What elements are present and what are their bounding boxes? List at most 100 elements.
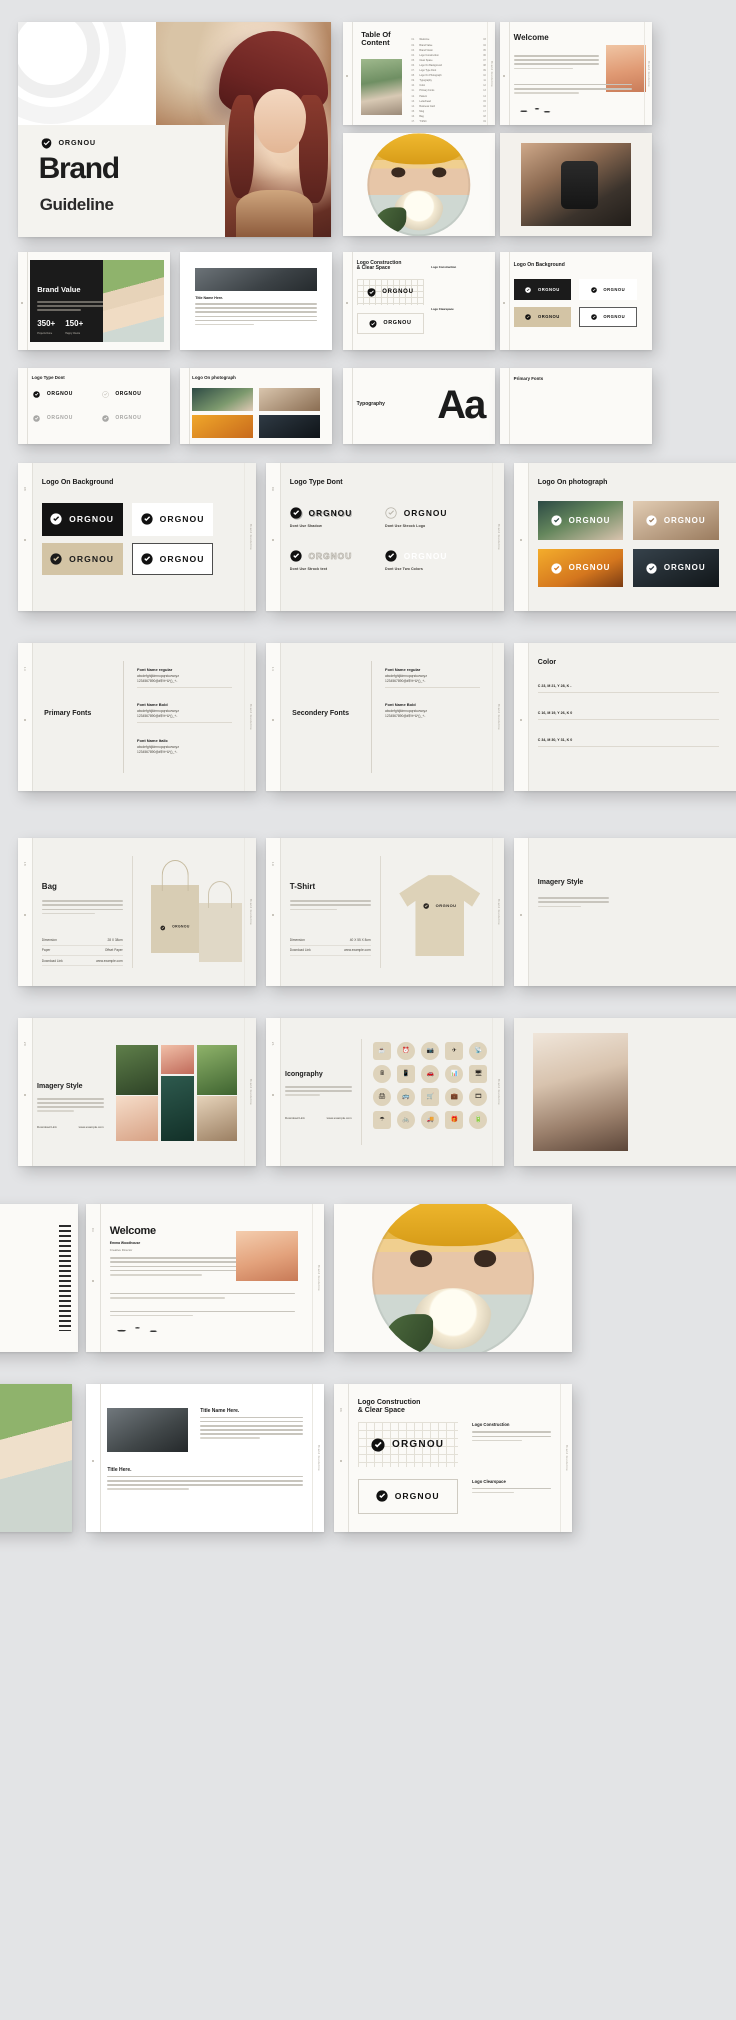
slide-clipped-left-2[interactable] (0, 1384, 72, 1532)
toc-row[interactable]: 14. Business Card 16 (411, 105, 486, 108)
toc-page: 11 (483, 79, 486, 83)
slide-secondary-fonts[interactable]: 14 Secondery Fonts Font Name regular abc… (266, 643, 504, 791)
antenna-icon[interactable]: 📡 (469, 1041, 488, 1060)
airplane-icon[interactable]: ✈ (445, 1041, 464, 1060)
toc-page: 03 (483, 38, 486, 42)
slide-typography-small[interactable]: Typography Aa (343, 368, 495, 444)
slide-logo-construction[interactable]: 06 Logo Construction & Clear Space ORGNOU… (334, 1384, 572, 1532)
slide-title-document[interactable]: Title Name Here. Title Here. Brand Guide… (86, 1384, 324, 1532)
gift-icon[interactable]: 🎁 (445, 1110, 464, 1129)
meta-value[interactable]: www.example.com (327, 1116, 352, 1120)
signature-image (112, 1322, 165, 1336)
orgnou-mark-icon (385, 507, 397, 519)
alarm-clock-icon[interactable]: ⏰ (397, 1041, 416, 1060)
slide-watch-mockup[interactable] (500, 133, 652, 236)
logo-swatch-outline: ORGNOU (579, 306, 637, 328)
orgnou-mark-icon (367, 287, 376, 297)
car-icon[interactable]: 🚗 (421, 1064, 440, 1083)
slide-brand-value[interactable]: Brand Value 350+ Projects Done 150+ Happy … (18, 252, 170, 350)
toc-row[interactable]: 04. Logo Construction 06 (411, 54, 486, 57)
toc-row[interactable]: 09. Typography 11 (411, 79, 486, 82)
slide-logo-construction-small[interactable]: Logo Construction & Clear Space ORGNOU OR… (343, 252, 495, 350)
slide-title-here[interactable]: Title Name Here. (180, 252, 332, 350)
meta-key: Download Link (41, 958, 63, 963)
toc-row[interactable]: 03. Brand Vision 05 (411, 49, 486, 52)
toc-label: Logo Type Dont (419, 69, 437, 73)
meta-value[interactable]: www.example.com (79, 1125, 104, 1129)
umbrella-icon[interactable]: ☂ (373, 1110, 392, 1129)
slide-table-of-content[interactable]: Table Of Content 01. Welcome 03 02. Brand Val… (343, 22, 495, 125)
hair-left (227, 95, 254, 199)
slide-logo-on-photograph[interactable]: Logo On photograph ORGNOU ORGNOU ORGNOU … (514, 463, 736, 611)
meta-value[interactable]: www.example.com (96, 959, 123, 963)
slide-primary-fonts[interactable]: 13 Primary Fonts Font Name regular abcde… (18, 643, 256, 791)
truck-icon[interactable]: 🚚 (421, 1110, 440, 1129)
slide-bag[interactable]: 18 Bag Dimension 28 X 38cm Paper Offset Pa… (18, 838, 256, 986)
toc-row[interactable]: 17. T-Shirt 19 (411, 120, 486, 123)
film-icon[interactable]: 🎞 (469, 1087, 488, 1106)
slide-imagery-style[interactable]: 20 Imagery Style Download Link www.examp… (18, 1018, 256, 1166)
font-spec-upper: 1234567890@#$%^&*()_+- (385, 678, 426, 683)
font-spec-name: Font Name regular (385, 666, 421, 672)
slide-logo-on-background[interactable]: 08 Logo On Background ORGNOU ORGNOU ORGN… (18, 463, 256, 611)
slide-portrait-circle[interactable] (334, 1204, 572, 1352)
toc-row[interactable]: 13. Letterhead 15 (411, 100, 486, 103)
orgnou-mark-icon (376, 1490, 388, 1503)
slide-icongraphy[interactable]: 21 Icongraphy Download Link www.example.… (266, 1018, 504, 1166)
coffee-icon[interactable]: ☕ (373, 1041, 392, 1060)
toc-row[interactable]: 10. Color 12 (411, 84, 486, 87)
slide-logo-type-dont-small[interactable]: Logo Type Dont ORGNOU ORGNOU ORGNOU ORGN… (18, 368, 170, 444)
rail-dot-icon (92, 1279, 95, 1282)
slide-primary-fonts-small[interactable]: Primary Fonts (500, 368, 652, 444)
slide-welcome[interactable]: 03 Welcome Emma Woodhouse Creative Direc… (86, 1204, 324, 1352)
slide-model-photo-clipped[interactable] (514, 1018, 736, 1166)
article-title-2: Title Here. (107, 1466, 132, 1473)
toc-row[interactable]: 01. Welcome 03 (411, 38, 486, 41)
suitcase-icon[interactable]: 💼 (445, 1087, 464, 1106)
shopping-cart-icon[interactable]: 🛒 (421, 1087, 440, 1106)
toc-row[interactable]: 15. Mug 17 (411, 110, 486, 113)
mobile-icon[interactable]: 📱 (397, 1064, 416, 1083)
toc-page: 17 (483, 109, 486, 113)
toc-row[interactable]: 05. Clear Space 07 (411, 59, 486, 62)
brand-wordmark: ORGNOU (663, 563, 706, 573)
brand-logo: ORGNOU (367, 287, 414, 297)
brand-logo-outline: ORGNOU (101, 391, 142, 398)
tshirt-meta: Dimension 40 X 55 X 8cm Download Link www.… (289, 936, 371, 957)
toc-row[interactable]: 02. Brand Value 04 (411, 44, 486, 47)
toc-row[interactable]: 16. Bag 18 (411, 115, 486, 118)
printer-icon[interactable]: 🖨 (373, 1087, 392, 1106)
toc-row[interactable]: 07. Logo Type Dont 09 (411, 69, 486, 72)
toc-row[interactable]: 12. Pattern 14 (411, 95, 486, 98)
slide-color[interactable]: Color C 23, M 21, Y 28, K - C 16, M 19, … (514, 643, 736, 791)
toc-row[interactable]: 11. Primary Fonts 13 (411, 89, 486, 92)
slide-portrait-circle-small[interactable] (343, 133, 495, 236)
brand-wordmark: ORGNOU (537, 286, 560, 292)
slide-logo-type-dont[interactable]: 09 Logo Type Dont ORGNOU Dont Use Shadow… (266, 463, 504, 611)
slide-imagery-style-clipped[interactable]: Imagery Style (514, 838, 736, 986)
article-paragraph-1 (200, 1416, 303, 1442)
typography-title: Typography (356, 401, 385, 408)
font-spec: Font Name regular abcdefghijklmnopqrstuv… (385, 666, 481, 691)
bus-icon[interactable]: 🚌 (397, 1087, 416, 1106)
calculator-icon[interactable]: 🖩 (373, 1064, 392, 1083)
construction-paragraph (472, 1431, 551, 1444)
slide-tshirt[interactable]: 19 T-Shirt Dimension 40 X 55 X 8cm Downlo… (266, 838, 504, 986)
battery-icon[interactable]: 🔋 (469, 1110, 488, 1129)
rail-dot-icon (503, 74, 506, 77)
bicycle-icon[interactable]: 🚲 (397, 1110, 416, 1129)
slide-clipped-left-1[interactable] (0, 1204, 78, 1352)
stat-item: 350+ Projects Done (37, 313, 55, 335)
slide-logo-on-background-small[interactable]: Logo On Background ORGNOU ORGNOU ORGNOU … (500, 252, 652, 350)
toc-row[interactable]: 06. Logo On Background 08 (411, 64, 486, 67)
monitor-icon[interactable]: 🖥 (469, 1064, 488, 1083)
chart-icon[interactable]: 📊 (445, 1064, 464, 1083)
camera-icon[interactable]: 📷 (421, 1041, 440, 1060)
toc-row[interactable]: 08. Logo On Photograph 10 (411, 74, 486, 77)
slide-cover[interactable]: ORGNOU Brand Guideline (18, 22, 331, 237)
meta-value[interactable]: www.example.com (344, 948, 371, 952)
meta-row: Paper Offset Paper (41, 946, 123, 957)
welcome-paragraph-2 (513, 83, 633, 97)
slide-welcome-small[interactable]: Welcome Brand Guideline (500, 22, 652, 125)
slide-logo-on-photograph-small[interactable]: Logo On photograph (180, 368, 332, 444)
